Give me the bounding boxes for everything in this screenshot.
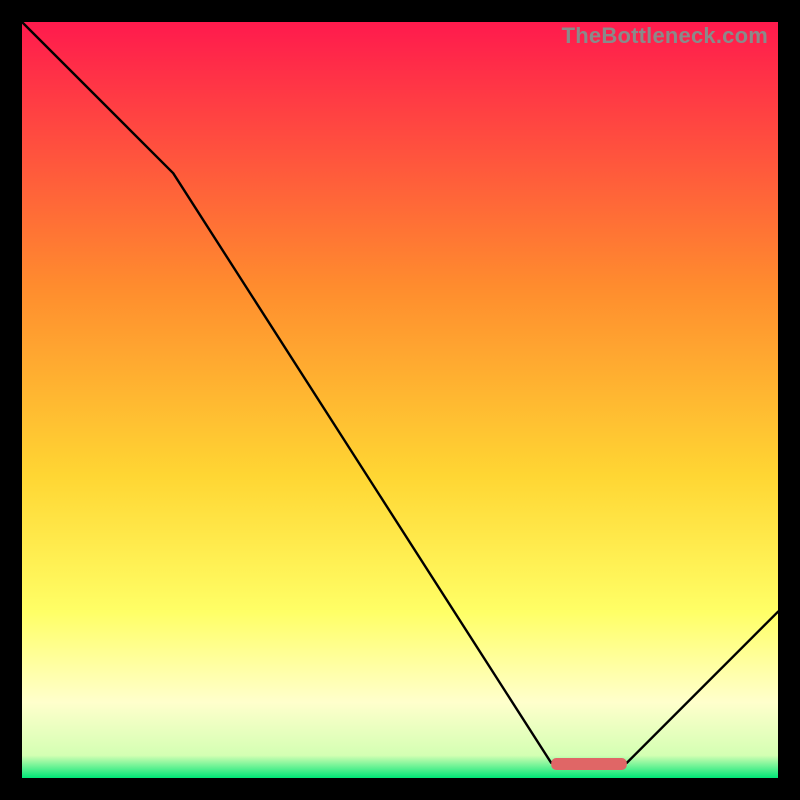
bottleneck-curve: [22, 22, 778, 778]
watermark-text: TheBottleneck.com: [562, 23, 768, 49]
plot-area: TheBottleneck.com: [22, 22, 778, 778]
chart-frame: TheBottleneck.com: [22, 22, 778, 778]
